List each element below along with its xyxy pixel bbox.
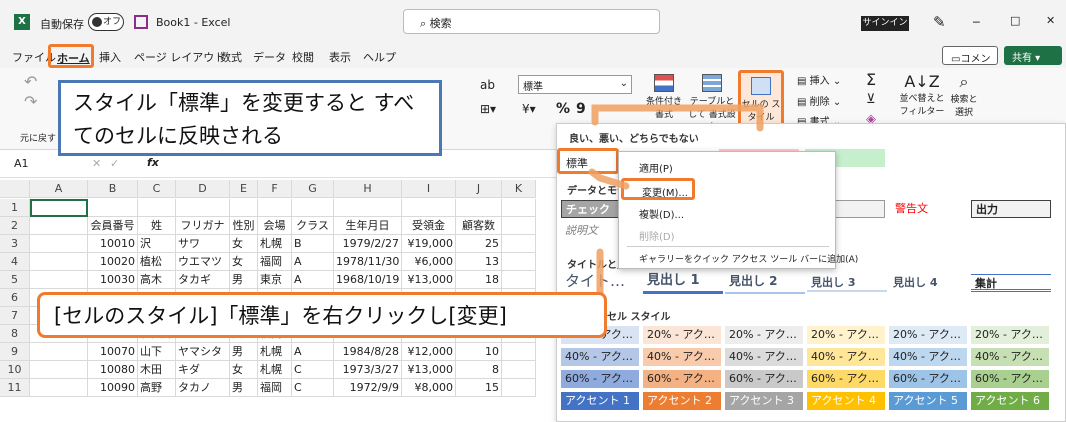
arrow-to-menu xyxy=(588,168,630,190)
arrow-to-gallery xyxy=(591,104,764,132)
callout-bottom: [セルのスタイル]「標準」を右クリックし[変更] xyxy=(37,292,607,338)
annotation-arrows xyxy=(588,104,764,300)
callout-top: スタイル「標準」を変更すると すべてのセルに反映される xyxy=(58,80,442,156)
